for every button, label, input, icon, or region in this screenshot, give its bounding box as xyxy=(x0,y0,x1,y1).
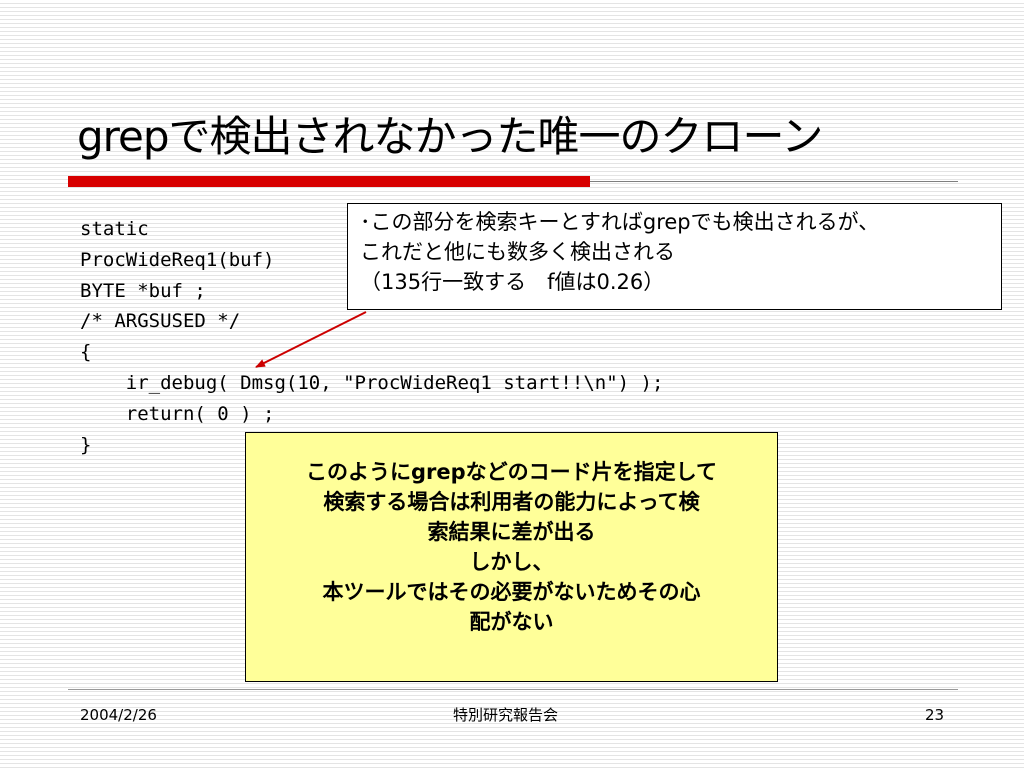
callout-line: これだと他にも数多く検出される xyxy=(360,240,675,264)
note-line: 索結果に差が出る xyxy=(427,520,596,544)
note-line: 本ツールではその必要がないためその心 xyxy=(322,580,701,604)
note-keyword: grep xyxy=(410,460,466,484)
footer-rule xyxy=(68,689,958,690)
callout-line: （135行一致する f値は0.26） xyxy=(360,270,665,294)
note-line: このようにgrepなどのコード片を指定して xyxy=(254,457,769,487)
note-line: 配がない xyxy=(469,610,554,634)
title-underline-accent xyxy=(68,176,590,187)
footer-page-number: 23 xyxy=(925,706,945,724)
code-line: /* ARGSUSED */ xyxy=(80,310,241,333)
note-text: このように xyxy=(305,460,411,484)
note-line: しかし、 xyxy=(469,550,554,574)
note-box: このようにgrepなどのコード片を指定して 検索する場合は利用者の能力によって検… xyxy=(245,432,778,682)
callout-line: ･この部分を検索キーとすればgrepでも検出されるが、 xyxy=(360,210,880,234)
note-line: 検索する場合は利用者の能力によって検 xyxy=(323,490,700,514)
title-underline-rule xyxy=(590,181,958,182)
callout-box: ･この部分を検索キーとすればgrepでも検出されるが、 これだと他にも数多く検出… xyxy=(347,203,1002,310)
code-line: { xyxy=(80,341,92,364)
slide-title: grepで検出されなかった唯一のクローン xyxy=(77,112,823,161)
footer-date: 2004/2/26 xyxy=(80,706,157,724)
code-line: return( 0 ) ; xyxy=(80,402,275,425)
note-text: などのコード片を指定して xyxy=(465,460,718,484)
footer-event-name: 特別研究報告会 xyxy=(453,706,559,724)
code-line-highlighted: ir_debug( Dmsg(10, "ProcWideReq1 start!!… xyxy=(80,371,664,394)
